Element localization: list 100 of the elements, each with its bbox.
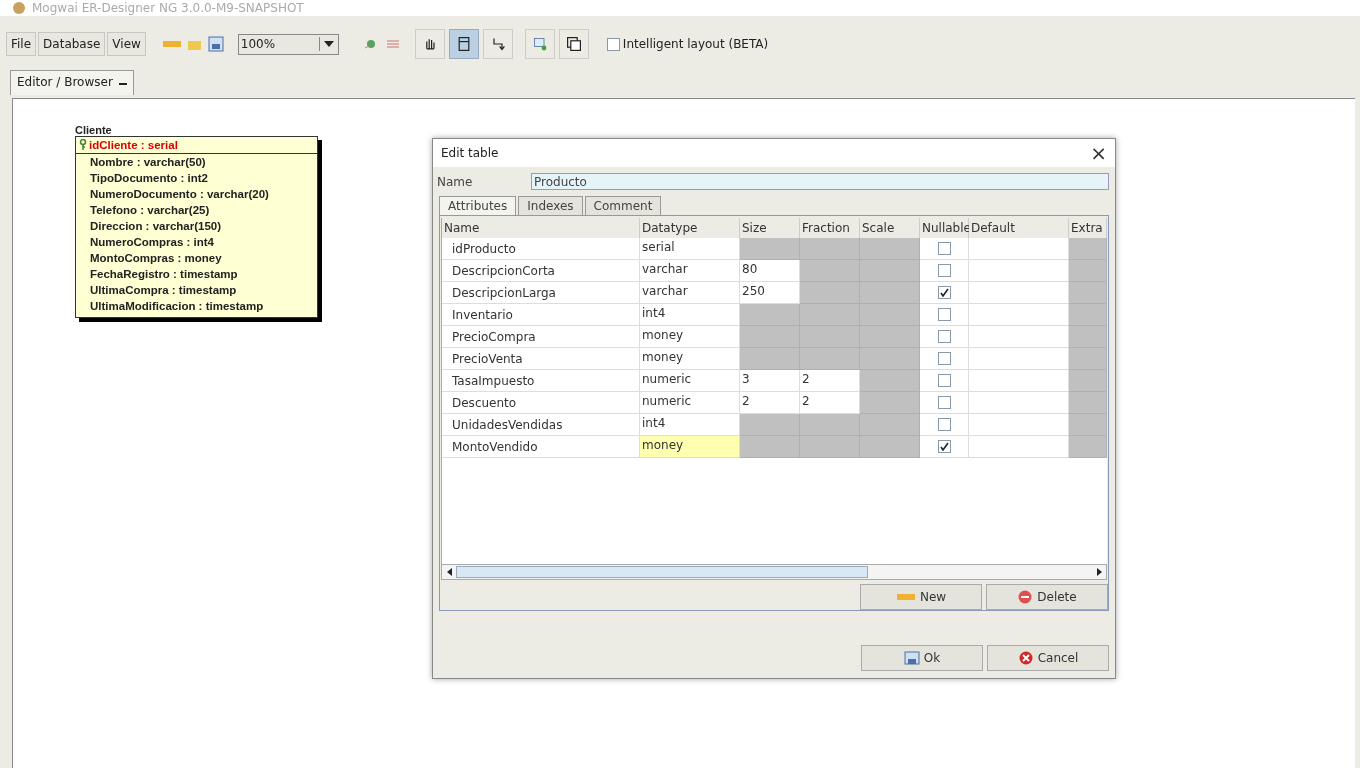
name-field[interactable]: Producto <box>531 173 1109 190</box>
table-cell: Descuento <box>442 392 640 414</box>
entity-attribute: TipoDocumento : int2 <box>89 170 209 186</box>
disabled-cell <box>860 414 920 436</box>
tab[interactable]: Indexes <box>518 196 583 215</box>
table-cell: MontoVendido <box>442 436 640 458</box>
tool-button[interactable] <box>414 29 445 59</box>
close-button[interactable]: × <box>1090 141 1107 165</box>
disabled-cell <box>800 436 860 458</box>
disabled-cell <box>740 238 800 260</box>
checkbox[interactable] <box>937 330 951 343</box>
disabled-cell <box>740 436 800 458</box>
table-cell[interactable]: money <box>640 436 740 458</box>
table-cell: DescripcionLarga <box>442 282 640 304</box>
disabled-cell <box>800 348 860 370</box>
table-cell[interactable]: numeric <box>640 370 740 392</box>
key-icon <box>79 139 87 150</box>
tool-button[interactable] <box>448 29 479 59</box>
disabled-cell <box>860 304 920 326</box>
table-cell: PrecioVenta <box>442 348 640 370</box>
tool-button[interactable] <box>558 29 589 59</box>
checkbox[interactable] <box>937 418 951 431</box>
entity-attribute: NumeroCompras : int4 <box>89 234 215 250</box>
scrollbar-thumb[interactable] <box>456 566 868 579</box>
disabled-cell <box>800 260 860 282</box>
app-icon <box>12 1 26 15</box>
menu-button[interactable]: Database <box>38 32 106 56</box>
tab[interactable]: Attributes <box>439 196 517 215</box>
disabled-cell <box>740 348 800 370</box>
entity-attribute: MontoCompras : money <box>89 250 223 266</box>
disabled-cell <box>740 326 800 348</box>
checkbox[interactable] <box>937 396 951 409</box>
disabled-cell <box>860 348 920 370</box>
disabled-cell <box>800 282 860 304</box>
checkbox[interactable] <box>937 242 951 255</box>
save-icon[interactable] <box>205 35 226 53</box>
table-cell[interactable]: numeric <box>640 392 740 414</box>
dialog-title: Edit table <box>441 146 499 160</box>
checkbox[interactable] <box>937 374 951 387</box>
checkbox[interactable] <box>937 308 951 321</box>
editor-tab[interactable]: Editor / Browser <box>10 70 134 95</box>
scroll-left-icon[interactable] <box>446 568 452 577</box>
menu-button[interactable]: View <box>107 32 146 56</box>
dialog-button[interactable]: Cancel <box>987 645 1109 671</box>
tab[interactable]: Comment <box>584 196 662 215</box>
dialog-button[interactable]: New <box>860 584 982 610</box>
table-cell: Inventario <box>442 304 640 326</box>
entity-attribute: Direccion : varchar(150) <box>89 218 223 234</box>
column-header[interactable]: Name <box>442 218 640 238</box>
disabled-cell <box>860 436 920 458</box>
checkbox[interactable] <box>606 37 620 51</box>
disabled-cell <box>860 238 920 260</box>
scroll-right-icon[interactable] <box>1096 568 1102 577</box>
table-cell: DescripcionCorta <box>442 260 640 282</box>
entity-attribute: NumeroDocumento : varchar(20) <box>89 186 270 202</box>
checkbox[interactable] <box>937 440 951 453</box>
dropdown-arrow-icon <box>323 41 334 47</box>
checkbox[interactable] <box>937 264 951 277</box>
table-cell: idProducto <box>442 238 640 260</box>
layers-icon <box>565 34 582 54</box>
checkbox[interactable] <box>937 286 951 299</box>
table-cell[interactable]: varchar <box>640 282 740 304</box>
zoom-dropdown[interactable]: 100% <box>237 33 339 55</box>
column-header[interactable]: Extra <box>1069 218 1107 238</box>
table-cell[interactable]: varchar <box>640 260 740 282</box>
dialog-button[interactable]: Delete <box>986 584 1108 610</box>
delete-icon <box>1017 590 1034 604</box>
disabled-cell <box>740 304 800 326</box>
tab-label: Editor / Browser <box>17 75 113 89</box>
entity-attribute: Nombre : varchar(50) <box>89 154 207 170</box>
entity-name: Cliente <box>75 124 113 136</box>
disabled-cell <box>740 414 800 436</box>
cancel-icon <box>1017 651 1034 665</box>
column-header[interactable]: Datatype <box>640 218 740 238</box>
column-header[interactable]: Scale <box>860 218 920 238</box>
horizontal-scrollbar[interactable] <box>441 564 1107 580</box>
entity-attribute: FechaRegistro : timestamp <box>89 266 239 282</box>
save-icon <box>903 651 920 665</box>
entity-attribute: UltimaCompra : timestamp <box>89 282 238 298</box>
column-header[interactable]: Nullable <box>920 218 969 238</box>
table-cell: TasaImpuesto <box>442 370 640 392</box>
entity-attribute: UltimaModificacion : timestamp <box>89 298 265 314</box>
disabled-cell <box>860 370 920 392</box>
checkbox-label: Intelligent layout (BETA) <box>622 37 769 51</box>
entity-attribute: idCliente : serial <box>89 138 178 151</box>
name-label: Name <box>437 174 474 189</box>
disabled-cell <box>860 392 920 414</box>
table-cell: PrecioCompra <box>442 326 640 348</box>
window-title: Mogwai ER-Designer NG 3.0.0-M9-SNAPSHOT <box>32 1 304 15</box>
menu-button[interactable]: File <box>6 32 37 56</box>
disabled-cell <box>800 304 860 326</box>
dialog-button[interactable]: Ok <box>861 645 983 671</box>
column-header[interactable]: Fraction <box>800 218 860 238</box>
table-cell: UnidadesVendidas <box>442 414 640 436</box>
column-header[interactable]: Size <box>740 218 800 238</box>
disabled-cell <box>860 260 920 282</box>
checkbox[interactable] <box>937 352 951 365</box>
column-header[interactable]: Default <box>969 218 1069 238</box>
table-cell[interactable]: 3 <box>740 370 800 392</box>
disabled-cell <box>860 282 920 304</box>
